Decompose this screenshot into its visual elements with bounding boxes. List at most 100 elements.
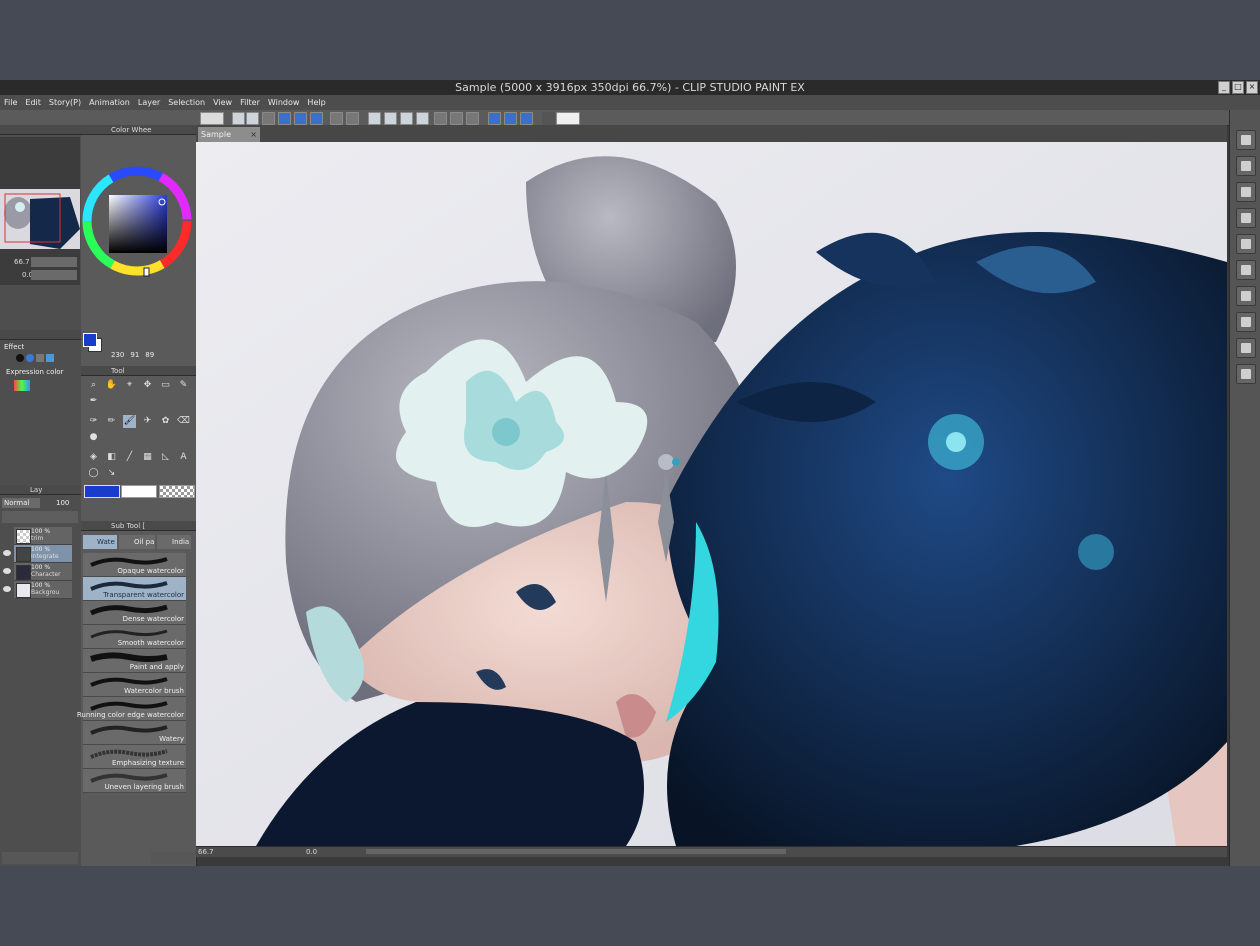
learn-icon[interactable]	[542, 112, 555, 125]
hand-tool-icon[interactable]: ✋	[105, 379, 118, 392]
brush-item[interactable]: Emphasizing texture	[83, 745, 186, 769]
sub-tool-header[interactable]: Sub Tool [	[81, 521, 196, 531]
expression-color-button[interactable]	[14, 380, 30, 391]
menu-animation[interactable]: Animation	[89, 98, 130, 107]
menu-layer[interactable]: Layer	[138, 98, 160, 107]
redo-icon[interactable]	[346, 112, 359, 125]
pencil-tool-icon[interactable]: ✏	[105, 415, 118, 428]
color-wheel[interactable]	[81, 139, 196, 319]
menu-help[interactable]: Help	[307, 98, 325, 107]
fill-tool-icon[interactable]: ◈	[87, 451, 100, 464]
layer-tab[interactable]: Lay	[30, 485, 42, 495]
eye-icon[interactable]	[3, 550, 11, 556]
eraser-tool-icon[interactable]: ⌫	[177, 415, 190, 428]
sub-color-bar[interactable]	[121, 485, 157, 498]
material-image-icon[interactable]	[1236, 156, 1256, 176]
menu-window[interactable]: Window	[268, 98, 300, 107]
brush-item[interactable]: Watery	[83, 721, 186, 745]
pen-tool-icon[interactable]: ✑	[87, 415, 100, 428]
brush-item[interactable]: Uneven layering brush	[83, 769, 186, 793]
color-wheel-header[interactable]: Color Whee	[81, 125, 196, 135]
layer-row[interactable]: 100 % trim	[14, 527, 72, 545]
layer-panel-header[interactable]: Lay	[0, 485, 81, 495]
layer-row-selected[interactable]: 100 % Integrate	[14, 545, 72, 563]
status-rotation[interactable]: 0.0	[306, 847, 317, 857]
menu-story[interactable]: Story(P)	[49, 98, 81, 107]
menu-edit[interactable]: Edit	[25, 98, 41, 107]
decoration-tool-icon[interactable]: ✿	[159, 415, 172, 428]
move-layer-icon[interactable]: ✥	[141, 379, 154, 392]
menu-view[interactable]: View	[213, 98, 232, 107]
snap-grid-icon[interactable]	[504, 112, 517, 125]
layer-toolbar[interactable]	[2, 511, 78, 523]
blend-tool-icon[interactable]: ●	[87, 431, 100, 444]
text-tool-icon[interactable]: A	[177, 451, 190, 464]
crop-icon[interactable]	[416, 112, 429, 125]
material-balloon-icon[interactable]	[1236, 338, 1256, 358]
maximize-button[interactable]: □	[1232, 81, 1244, 94]
sub-tool-tab-india-ink[interactable]: India	[157, 535, 191, 549]
layer-row[interactable]: 100 % Character	[14, 563, 72, 581]
balloon-tool-icon[interactable]: ◯	[87, 467, 100, 480]
main-color-bar[interactable]	[84, 485, 120, 498]
minimize-button[interactable]: _	[1218, 81, 1230, 94]
layer-row[interactable]: 100 % Backgrou	[14, 581, 72, 599]
sub-tool-tab-watercolor[interactable]: Wate	[83, 535, 117, 549]
operation-tool-icon[interactable]: ⌖	[123, 379, 136, 392]
save-icon[interactable]	[262, 112, 275, 125]
menu-file[interactable]: File	[4, 98, 17, 107]
material-3d-icon[interactable]	[1236, 182, 1256, 202]
ruler-tool-icon[interactable]: ◺	[159, 451, 172, 464]
auto-select-icon[interactable]: ✎	[177, 379, 190, 392]
effect-buttons[interactable]	[16, 354, 68, 363]
eyedropper-icon[interactable]: ✒	[87, 395, 100, 408]
export-jpg-icon[interactable]	[294, 112, 307, 125]
selection-tool-icon[interactable]: ▭	[159, 379, 172, 392]
eye-icon[interactable]	[3, 586, 11, 592]
material-manga-icon[interactable]	[1236, 234, 1256, 254]
correction-tool-icon[interactable]: ↘	[105, 467, 118, 480]
gradient-tool-icon[interactable]: ◧	[105, 451, 118, 464]
deselect-icon[interactable]	[434, 112, 447, 125]
material-icon[interactable]	[1236, 130, 1256, 150]
brush-item[interactable]: Running color edge watercolor	[77, 697, 186, 721]
brush-item[interactable]: Smooth watercolor	[83, 625, 186, 649]
brush-item[interactable]: Paint and apply	[83, 649, 186, 673]
blend-mode-select[interactable]: Normal	[2, 498, 40, 508]
transparent-color-bar[interactable]	[159, 485, 195, 498]
main-color-swatch[interactable]	[83, 333, 97, 347]
tool-property-header[interactable]	[0, 330, 81, 340]
undo-icon[interactable]	[330, 112, 343, 125]
brush-tool-icon[interactable]: 🖌	[123, 415, 136, 428]
help-icon[interactable]	[556, 112, 580, 125]
selection-border-icon[interactable]	[466, 112, 479, 125]
menu-selection[interactable]: Selection	[168, 98, 205, 107]
opacity-value[interactable]: 100	[56, 498, 76, 508]
export-icon[interactable]	[278, 112, 291, 125]
material-stationery-icon[interactable]	[1236, 312, 1256, 332]
sub-tool-tab-oil[interactable]: Oil pa	[119, 535, 155, 549]
navigator-thumbnail[interactable]	[0, 189, 80, 249]
close-tab-icon[interactable]: ×	[250, 127, 257, 142]
status-zoom[interactable]: 66.7	[198, 847, 214, 857]
close-button[interactable]: ×	[1246, 81, 1258, 94]
new-file-icon[interactable]	[232, 112, 245, 125]
frame-tool-icon[interactable]: ▦	[141, 451, 154, 464]
brush-item[interactable]: Opaque watercolor	[83, 553, 186, 577]
menu-filter[interactable]: Filter	[240, 98, 260, 107]
invert-selection-icon[interactable]	[450, 112, 463, 125]
eye-icon[interactable]	[3, 568, 11, 574]
document-tab[interactable]: Sample ×	[198, 127, 260, 142]
canvas[interactable]	[196, 142, 1227, 846]
material-pattern-icon[interactable]	[1236, 208, 1256, 228]
material-effect-icon[interactable]	[1236, 260, 1256, 280]
clear-icon[interactable]	[384, 112, 397, 125]
tool-panel-header[interactable]: Tool	[81, 366, 196, 376]
export-psd-icon[interactable]	[310, 112, 323, 125]
brush-item[interactable]: Dense watercolor	[83, 601, 186, 625]
zoom-tool-icon[interactable]: ⌕	[87, 379, 100, 392]
open-file-icon[interactable]	[246, 112, 259, 125]
navigator-header[interactable]	[0, 125, 81, 135]
material-figure-icon[interactable]	[1236, 364, 1256, 384]
sub-tool-bottom-toolbar[interactable]	[151, 852, 195, 864]
